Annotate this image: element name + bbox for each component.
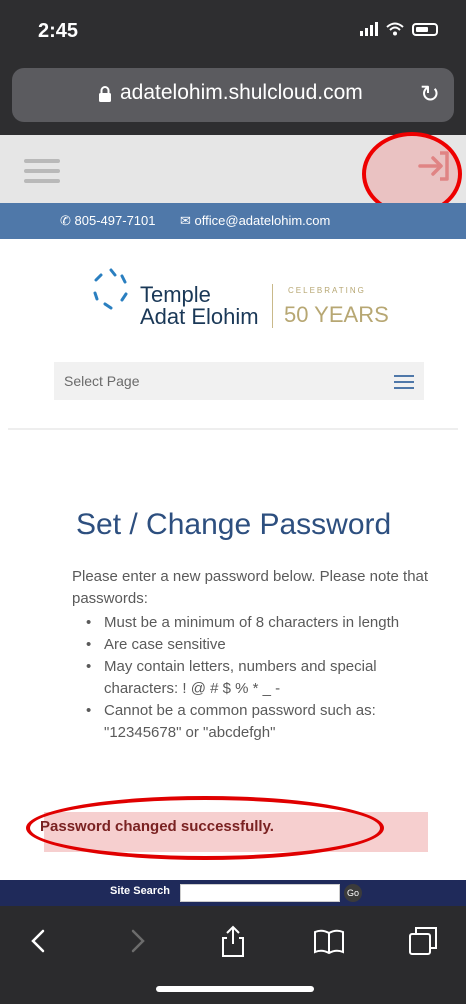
- status-icons: [360, 22, 438, 36]
- tabs-icon[interactable]: [406, 924, 440, 958]
- list-item: Are case sensitive: [84, 634, 444, 656]
- email-icon: ✉: [180, 213, 191, 228]
- hamburger-icon[interactable]: [24, 159, 60, 183]
- battery-icon: [412, 22, 438, 36]
- page-title: Set / Change Password: [76, 508, 392, 541]
- list-item: Cannot be a common password such as: "12…: [84, 700, 444, 744]
- phone-icon: ✆: [60, 213, 71, 228]
- contact-bar: ✆ 805-497-7101 ✉ office@adatelohim.com: [0, 203, 466, 239]
- temple-logo-icon[interactable]: [88, 266, 134, 312]
- status-time: 2:45: [38, 20, 79, 42]
- share-icon[interactable]: [216, 924, 250, 958]
- annotation-circle-success: [26, 796, 384, 860]
- logo-years: 50 YEARS: [284, 302, 389, 327]
- intro-text: Please enter a new password below. Pleas…: [72, 568, 429, 607]
- select-page-dropdown[interactable]: Select Page: [54, 362, 424, 400]
- phone-link[interactable]: ✆ 805-497-7101: [60, 213, 156, 229]
- login-arrow-icon[interactable]: [416, 148, 452, 184]
- site-search-label: Site Search: [110, 885, 170, 897]
- search-go-button[interactable]: Go: [344, 884, 362, 902]
- reload-icon[interactable]: ↻: [420, 80, 440, 109]
- list-item: May contain letters, numbers and special…: [84, 656, 444, 700]
- requirements-list: Must be a minimum of 8 characters in len…: [84, 612, 444, 744]
- site-search-input[interactable]: [180, 884, 340, 902]
- email-address: office@adatelohim.com: [194, 213, 331, 228]
- address-bar[interactable]: adatelohim.shulcloud.com ↻: [12, 68, 454, 122]
- logo-divider: [272, 284, 273, 328]
- url-text: adatelohim.shulcloud.com: [120, 81, 363, 104]
- divider: [8, 428, 458, 430]
- list-item: Must be a minimum of 8 characters in len…: [84, 612, 444, 634]
- forward-icon[interactable]: [120, 924, 154, 958]
- site-search-bar: Site Search Go: [0, 880, 466, 906]
- select-page-label: Select Page: [64, 373, 140, 389]
- bookmarks-icon[interactable]: [312, 924, 346, 958]
- menu-icon: [394, 375, 414, 393]
- logo-name-line2: Adat Elohim: [140, 304, 259, 329]
- wifi-icon: [386, 22, 404, 36]
- signal-icon: [360, 22, 378, 36]
- back-icon[interactable]: [22, 924, 56, 958]
- home-indicator: [156, 986, 314, 992]
- logo-celebrating: CELEBRATING: [288, 286, 366, 295]
- email-link[interactable]: ✉ office@adatelohim.com: [180, 213, 330, 229]
- lock-icon: [99, 86, 111, 102]
- phone-number: 805-497-7101: [74, 213, 156, 228]
